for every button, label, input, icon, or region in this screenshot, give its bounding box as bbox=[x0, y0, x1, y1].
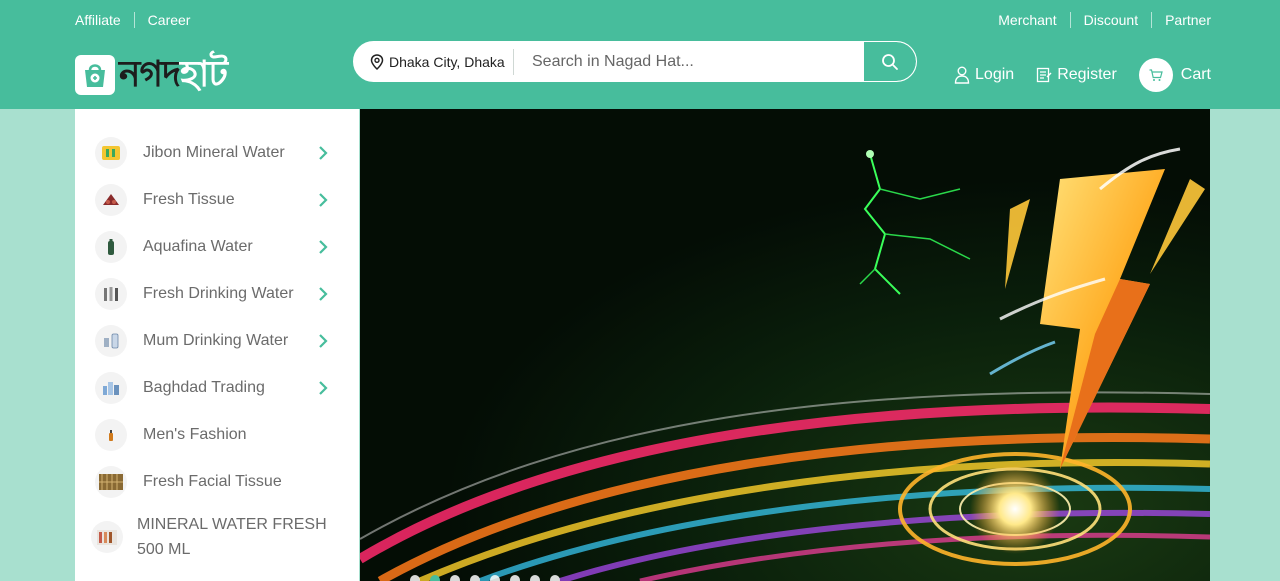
carousel-dot[interactable] bbox=[410, 575, 420, 581]
chevron-right-icon bbox=[313, 378, 333, 398]
category-label: Jibon Mineral Water bbox=[143, 143, 285, 161]
discount-link[interactable]: Discount bbox=[1084, 12, 1138, 28]
carousel-dot[interactable] bbox=[450, 575, 460, 581]
category-thumbnail bbox=[95, 183, 127, 216]
cart-button[interactable]: Cart bbox=[1138, 58, 1211, 92]
category-thumbnail bbox=[95, 230, 127, 263]
category-item-baghdad-trading[interactable]: Baghdad Trading bbox=[75, 364, 359, 411]
category-label: Fresh Facial Tissue bbox=[143, 472, 282, 490]
affiliate-link[interactable]: Affiliate bbox=[75, 12, 121, 28]
category-label: Men's Fashion bbox=[143, 425, 247, 443]
partner-link[interactable]: Partner bbox=[1165, 12, 1211, 28]
carousel-dot[interactable] bbox=[470, 575, 480, 581]
carousel-dot[interactable] bbox=[430, 575, 440, 581]
carousel-dot[interactable] bbox=[550, 575, 560, 581]
category-thumbnail bbox=[95, 418, 127, 451]
chevron-right-icon bbox=[313, 284, 333, 304]
category-label: Fresh Drinking Water bbox=[143, 284, 294, 302]
category-label: Aquafina Water bbox=[143, 237, 253, 255]
carousel-dots bbox=[410, 575, 570, 581]
category-item-mens-fashion[interactable]: Men's Fashion bbox=[75, 411, 359, 458]
category-label: Baghdad Trading bbox=[143, 378, 265, 396]
carousel-dot[interactable] bbox=[530, 575, 540, 581]
category-thumbnail bbox=[95, 277, 127, 310]
carousel-dot[interactable] bbox=[510, 575, 520, 581]
register-form-icon bbox=[1037, 67, 1052, 83]
divider bbox=[1069, 12, 1071, 28]
cart-icon bbox=[1149, 68, 1163, 81]
search-icon bbox=[882, 53, 898, 70]
logo-wordmark: নগদহাট bbox=[119, 54, 228, 95]
category-item-fresh-facial-tissue[interactable]: Fresh Facial Tissue bbox=[75, 458, 359, 505]
login-button[interactable]: Login bbox=[954, 66, 1014, 84]
cart-label: Cart bbox=[1180, 66, 1211, 83]
chevron-right-icon bbox=[313, 237, 333, 257]
category-thumbnail bbox=[91, 520, 123, 553]
category-item-mum-drinking-water[interactable]: Mum Drinking Water bbox=[75, 317, 359, 364]
chevron-right-icon bbox=[313, 190, 333, 210]
category-sidebar: Jibon Mineral Water Fresh Tissue Aquafin… bbox=[75, 109, 359, 581]
topbar-left-links: Affiliate Career bbox=[75, 12, 190, 28]
divider bbox=[133, 12, 135, 28]
search-button[interactable] bbox=[864, 42, 916, 81]
divider bbox=[1151, 12, 1153, 28]
search-input[interactable] bbox=[514, 42, 864, 81]
hero-banner[interactable] bbox=[360, 109, 1210, 581]
category-label: Fresh Tissue bbox=[143, 190, 235, 208]
category-label: MINERAL WATER FRESH 500 ML bbox=[137, 515, 327, 558]
carousel-dot[interactable] bbox=[490, 575, 500, 581]
category-item-aquafina-water[interactable]: Aquafina Water bbox=[75, 223, 359, 270]
search-bar: Dhaka City, Dhaka bbox=[353, 41, 917, 82]
location-text: Dhaka City, Dhaka bbox=[389, 53, 505, 70]
logo-text-dark: নগদ bbox=[119, 54, 181, 95]
category-thumbnail bbox=[95, 324, 127, 357]
user-icon bbox=[954, 66, 970, 84]
map-pin-icon bbox=[370, 53, 384, 70]
chevron-right-icon bbox=[313, 331, 333, 351]
site-header: Affiliate Career Merchant Discount Partn… bbox=[0, 0, 1280, 109]
category-item-fresh-tissue[interactable]: Fresh Tissue bbox=[75, 176, 359, 223]
category-thumbnail bbox=[95, 136, 127, 169]
lightning-bolt-banner-image bbox=[360, 109, 1210, 581]
category-item-jibon-mineral-water[interactable]: Jibon Mineral Water bbox=[75, 129, 359, 176]
category-thumbnail bbox=[95, 465, 127, 498]
login-label: Login bbox=[975, 66, 1015, 83]
chevron-right-icon bbox=[313, 143, 333, 163]
header-actions: Login Register Cart bbox=[932, 58, 1211, 92]
category-thumbnail bbox=[95, 371, 127, 404]
cart-icon-circle bbox=[1138, 58, 1173, 92]
register-button[interactable]: Register bbox=[1036, 66, 1117, 84]
shopping-bag-logo-icon bbox=[75, 55, 115, 95]
career-link[interactable]: Career bbox=[148, 12, 191, 28]
category-item-fresh-drinking-water[interactable]: Fresh Drinking Water bbox=[75, 270, 359, 317]
location-selector[interactable]: Dhaka City, Dhaka bbox=[354, 48, 514, 75]
register-label: Register bbox=[1057, 66, 1117, 83]
site-logo[interactable]: নগদহাট bbox=[75, 54, 228, 95]
category-label: Mum Drinking Water bbox=[143, 331, 289, 349]
topbar-right-links: Merchant Discount Partner bbox=[998, 12, 1211, 28]
category-item-mineral-water-fresh-500ml[interactable]: MINERAL WATER FRESH 500 ML bbox=[75, 509, 359, 564]
logo-text-light: হাট bbox=[180, 54, 228, 95]
merchant-link[interactable]: Merchant bbox=[998, 12, 1056, 28]
